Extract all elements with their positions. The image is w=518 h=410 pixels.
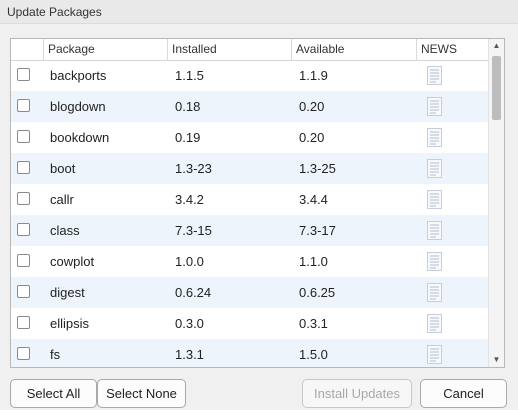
package-name: bookdown bbox=[50, 130, 110, 145]
table-row[interactable]: fs 1.3.1 1.5.0 bbox=[11, 339, 489, 367]
header-checkbox-column bbox=[11, 39, 43, 60]
table-row[interactable]: digest 0.6.24 0.6.25 bbox=[11, 277, 489, 308]
table-row[interactable]: bookdown 0.19 0.20 bbox=[11, 122, 489, 153]
row-checkbox[interactable] bbox=[17, 130, 30, 143]
news-document-icon[interactable] bbox=[427, 190, 442, 209]
row-checkbox[interactable] bbox=[17, 347, 30, 360]
table-row[interactable]: backports 1.1.5 1.1.9 bbox=[11, 60, 489, 91]
news-document-icon[interactable] bbox=[427, 252, 442, 271]
table-row[interactable]: cowplot 1.0.0 1.1.0 bbox=[11, 246, 489, 277]
installed-version: 1.1.5 bbox=[175, 68, 204, 83]
row-checkbox[interactable] bbox=[17, 223, 30, 236]
installed-version: 0.18 bbox=[175, 99, 201, 114]
available-version: 1.3-25 bbox=[299, 161, 336, 176]
installed-version: 1.3.1 bbox=[175, 347, 204, 362]
package-name: callr bbox=[50, 192, 74, 207]
dialog-title: Update Packages bbox=[0, 0, 518, 24]
select-none-button[interactable]: Select None bbox=[97, 379, 186, 408]
row-checkbox[interactable] bbox=[17, 161, 30, 174]
table-row[interactable]: class 7.3-15 7.3-17 bbox=[11, 215, 489, 246]
installed-version: 7.3-15 bbox=[175, 223, 212, 238]
installed-version: 3.4.2 bbox=[175, 192, 204, 207]
install-updates-button[interactable]: Install Updates bbox=[302, 379, 412, 408]
news-document-icon[interactable] bbox=[427, 97, 442, 116]
row-checkbox[interactable] bbox=[17, 68, 30, 81]
table-row[interactable]: boot 1.3-23 1.3-25 bbox=[11, 153, 489, 184]
package-name: backports bbox=[50, 68, 107, 83]
scroll-down-arrow-icon[interactable]: ▼ bbox=[489, 353, 504, 367]
table-row[interactable]: blogdown 0.18 0.20 bbox=[11, 91, 489, 122]
available-version: 0.3.1 bbox=[299, 316, 328, 331]
cancel-button[interactable]: Cancel bbox=[420, 379, 507, 408]
available-version: 3.4.4 bbox=[299, 192, 328, 207]
installed-version: 1.0.0 bbox=[175, 254, 204, 269]
table-row[interactable]: ellipsis 0.3.0 0.3.1 bbox=[11, 308, 489, 339]
package-name: digest bbox=[50, 285, 85, 300]
header-installed[interactable]: Installed bbox=[167, 39, 291, 60]
news-document-icon[interactable] bbox=[427, 66, 442, 85]
installed-version: 1.3-23 bbox=[175, 161, 212, 176]
available-version: 1.5.0 bbox=[299, 347, 328, 362]
installed-version: 0.19 bbox=[175, 130, 201, 145]
row-checkbox[interactable] bbox=[17, 254, 30, 267]
available-version: 0.6.25 bbox=[299, 285, 336, 300]
installed-version: 0.3.0 bbox=[175, 316, 204, 331]
header-news[interactable]: NEWS bbox=[416, 39, 489, 60]
news-document-icon[interactable] bbox=[427, 345, 442, 364]
package-name: boot bbox=[50, 161, 76, 176]
table-row[interactable]: callr 3.4.2 3.4.4 bbox=[11, 184, 489, 215]
header-package[interactable]: Package bbox=[43, 39, 167, 60]
available-version: 7.3-17 bbox=[299, 223, 336, 238]
news-document-icon[interactable] bbox=[427, 128, 442, 147]
vertical-scrollbar[interactable]: ▲ ▼ bbox=[488, 39, 504, 367]
installed-version: 0.6.24 bbox=[175, 285, 212, 300]
select-all-button[interactable]: Select All bbox=[10, 379, 97, 408]
row-checkbox[interactable] bbox=[17, 99, 30, 112]
header-available[interactable]: Available bbox=[291, 39, 416, 60]
scroll-thumb[interactable] bbox=[492, 56, 501, 120]
scroll-up-arrow-icon[interactable]: ▲ bbox=[489, 39, 504, 53]
news-document-icon[interactable] bbox=[427, 314, 442, 333]
package-name: cowplot bbox=[50, 254, 95, 269]
available-version: 1.1.0 bbox=[299, 254, 328, 269]
news-document-icon[interactable] bbox=[427, 159, 442, 178]
row-checkbox[interactable] bbox=[17, 316, 30, 329]
table-header: Package Installed Available NEWS bbox=[11, 39, 489, 61]
news-document-icon[interactable] bbox=[427, 283, 442, 302]
package-name: class bbox=[50, 223, 80, 238]
package-name: fs bbox=[50, 347, 61, 362]
row-checkbox[interactable] bbox=[17, 285, 30, 298]
news-document-icon[interactable] bbox=[427, 221, 442, 240]
package-name: ellipsis bbox=[50, 316, 90, 331]
package-name: blogdown bbox=[50, 99, 106, 114]
packages-table: Package Installed Available NEWS backpor… bbox=[10, 38, 505, 368]
available-version: 0.20 bbox=[299, 99, 325, 114]
available-version: 1.1.9 bbox=[299, 68, 328, 83]
available-version: 0.20 bbox=[299, 130, 325, 145]
row-checkbox[interactable] bbox=[17, 192, 30, 205]
